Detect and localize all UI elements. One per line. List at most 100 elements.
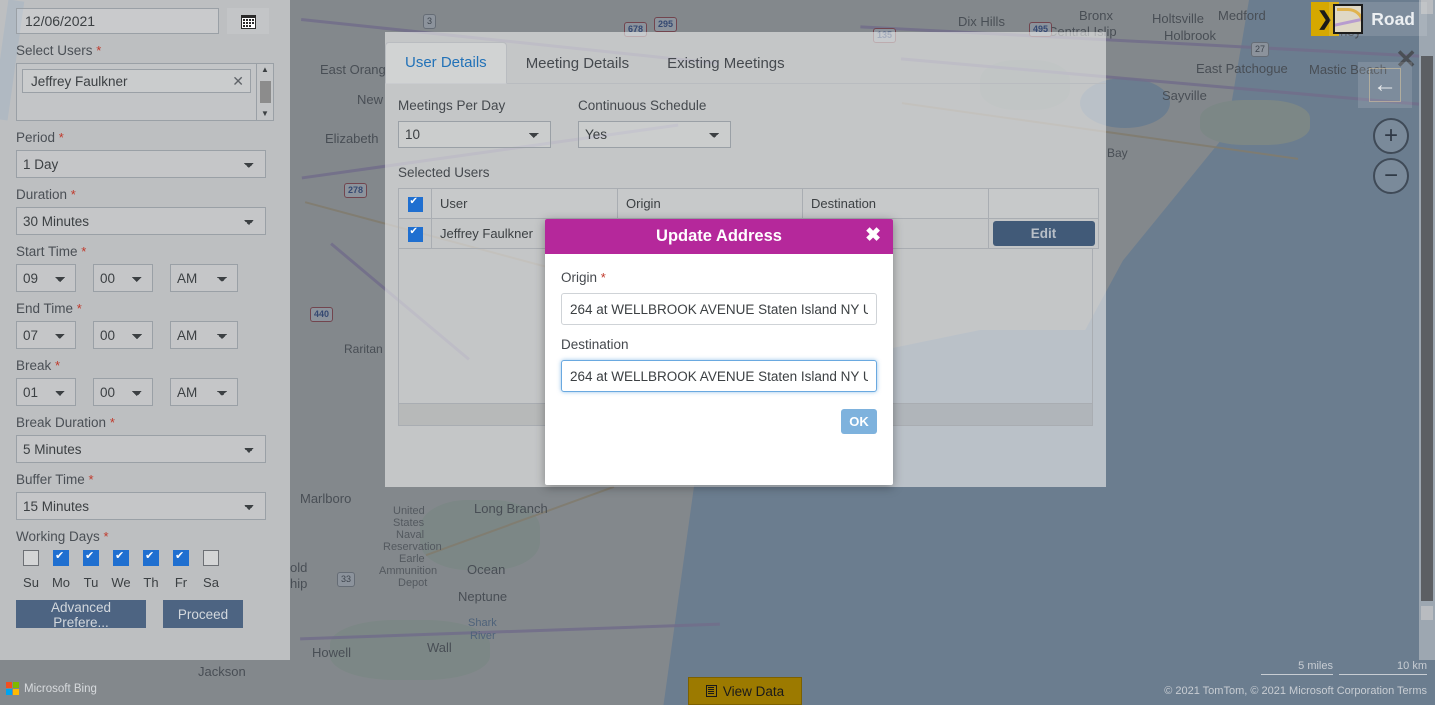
map-zoom-out-button[interactable]: −: [1373, 158, 1409, 194]
proceed-button[interactable]: Proceed: [163, 600, 243, 628]
end-minute-select[interactable]: 00: [93, 321, 153, 349]
multiselect-scrollbar[interactable]: ▲ ▼: [256, 64, 273, 120]
working-day-su[interactable]: Su: [16, 550, 46, 590]
select-users-label: Select Users *: [16, 43, 102, 58]
break-duration-label: Break Duration *: [16, 415, 115, 430]
map-scale-bar: 5 miles 10 km: [1261, 660, 1427, 675]
buffer-time-select[interactable]: 15 Minutes: [16, 492, 266, 520]
row-checkbox-cell[interactable]: [398, 218, 432, 249]
checkbox[interactable]: [173, 548, 189, 566]
destination-input[interactable]: [561, 360, 877, 392]
break-minute-select[interactable]: 00: [93, 378, 153, 406]
checkbox[interactable]: [23, 550, 39, 566]
selected-users-label: Selected Users: [398, 165, 490, 180]
scrollbar-thumb[interactable]: [1421, 56, 1433, 601]
scale-miles: 5 miles: [1261, 660, 1333, 675]
select-users-multiselect[interactable]: Jeffrey Faulkner ✕ ▲ ▼: [16, 63, 274, 121]
period-label: Period *: [16, 130, 64, 145]
required-marker: *: [103, 529, 109, 544]
working-day-sa[interactable]: Sa: [196, 550, 226, 590]
start-meridiem-select[interactable]: AM: [170, 264, 238, 292]
bing-logo-text: Microsoft Bing: [24, 682, 97, 695]
update-address-dialog: Update Address ✖ Origin * Destination OK: [545, 219, 893, 485]
working-day-fr[interactable]: Fr: [166, 548, 196, 590]
date-input[interactable]: [16, 8, 219, 34]
working-days-label: Working Days *: [16, 529, 109, 544]
tab-meeting-details[interactable]: Meeting Details: [507, 44, 648, 84]
checkbox[interactable]: [143, 548, 159, 566]
working-day-label: We: [111, 575, 131, 590]
map-attribution: © 2021 TomTom, © 2021 Microsoft Corporat…: [1164, 685, 1427, 697]
destination-label: Destination: [561, 337, 629, 352]
tab-user-details[interactable]: User Details: [385, 42, 507, 84]
start-hour-select[interactable]: 09: [16, 264, 76, 292]
cell-actions: Edit: [988, 218, 1099, 249]
required-marker: *: [600, 270, 606, 285]
duration-select[interactable]: 30 Minutes: [16, 207, 266, 235]
required-marker: *: [109, 415, 115, 430]
end-hour-select[interactable]: 07: [16, 321, 76, 349]
map-back-button[interactable]: ←: [1358, 62, 1412, 108]
map-type-toggle[interactable]: Road: [1329, 2, 1427, 36]
checkbox[interactable]: [203, 550, 219, 566]
panel-top-fields: Meetings Per Day 10 Continuous Schedule …: [398, 98, 1093, 148]
advanced-preferences-button[interactable]: Advanced Prefere...: [16, 600, 146, 630]
scrollbar-track-bottom[interactable]: [1421, 606, 1433, 620]
calendar-picker-button[interactable]: [227, 8, 269, 34]
close-icon[interactable]: ✕: [232, 73, 244, 90]
duration-label: Duration *: [16, 187, 76, 202]
checkbox[interactable]: [53, 548, 69, 566]
working-day-tu[interactable]: Tu: [76, 548, 106, 590]
chevron-down-icon[interactable]: ▼: [261, 110, 269, 118]
break-meridiem-select[interactable]: AM: [170, 378, 238, 406]
end-time-row: 07 00 AM: [16, 321, 274, 349]
working-day-label: Tu: [83, 575, 99, 590]
start-minute-select[interactable]: 00: [93, 264, 153, 292]
arrow-left-icon: ←: [1369, 68, 1401, 102]
ok-button[interactable]: OK: [841, 409, 877, 434]
origin-label: Origin *: [561, 270, 606, 285]
continuous-schedule-select[interactable]: Yes: [578, 121, 731, 148]
scrollbar-thumb[interactable]: [259, 81, 271, 103]
scale-miles-label: 5 miles: [1298, 660, 1333, 672]
column-header-origin: Origin: [617, 188, 803, 219]
buffer-time-label: Buffer Time *: [16, 472, 94, 487]
view-data-button[interactable]: View Data: [688, 677, 802, 705]
continuous-schedule-field: Continuous Schedule Yes: [578, 98, 778, 148]
minus-icon: −: [1383, 162, 1398, 189]
start-time-row: 09 00 AM: [16, 264, 274, 292]
working-day-th[interactable]: Th: [136, 548, 166, 590]
microsoft-bing-logo: Microsoft Bing: [6, 682, 97, 695]
multiselect-body: Jeffrey Faulkner ✕: [17, 64, 256, 120]
chevron-up-icon[interactable]: ▲: [261, 66, 269, 74]
tab-existing-meetings[interactable]: Existing Meetings: [648, 44, 804, 84]
end-time-label: End Time *: [16, 301, 82, 316]
meetings-per-day-field: Meetings Per Day 10: [398, 98, 578, 148]
meetings-per-day-select[interactable]: 10: [398, 121, 551, 148]
working-day-we[interactable]: We: [106, 548, 136, 590]
selected-user-chip[interactable]: Jeffrey Faulkner ✕: [22, 69, 251, 93]
map-zoom-in-button[interactable]: +: [1373, 118, 1409, 154]
required-marker: *: [58, 130, 64, 145]
working-day-mo[interactable]: Mo: [46, 548, 76, 590]
row-checkbox[interactable]: [407, 224, 423, 242]
edit-address-button[interactable]: Edit: [992, 221, 1095, 246]
checkbox[interactable]: [83, 548, 99, 566]
close-icon[interactable]: ✖: [865, 225, 881, 247]
map-thumbnail-icon: [1333, 4, 1364, 34]
break-duration-select[interactable]: 5 Minutes: [16, 435, 266, 463]
column-header-destination: Destination: [802, 188, 989, 219]
origin-input[interactable]: [561, 293, 877, 325]
app-root: BronxEast OrangNewElizabethRaritanMarlbo…: [0, 0, 1435, 705]
end-meridiem-select[interactable]: AM: [170, 321, 238, 349]
sidebar-scrollbar[interactable]: [1419, 0, 1435, 660]
select-all-checkbox-cell[interactable]: [398, 188, 432, 219]
required-marker: *: [76, 301, 82, 316]
period-select[interactable]: 1 Day: [16, 150, 266, 178]
date-field-row: [16, 8, 274, 34]
select-all-checkbox[interactable]: [407, 194, 423, 212]
column-header-actions: [988, 188, 1099, 219]
checkbox[interactable]: [113, 548, 129, 566]
dialog-header: Update Address ✖: [545, 219, 893, 254]
break-hour-select[interactable]: 01: [16, 378, 76, 406]
